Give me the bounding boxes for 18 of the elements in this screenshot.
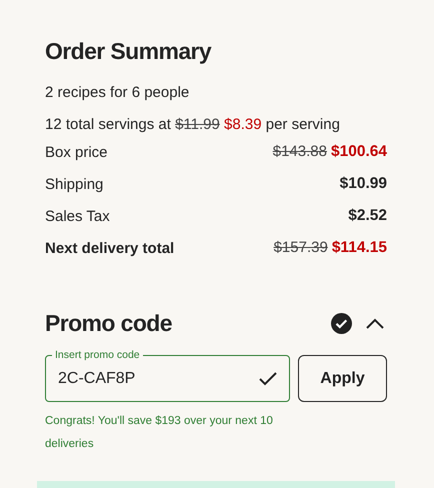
summary-label: Sales Tax (45, 208, 110, 224)
servings-text: 12 total servings at $11.99 $8.39 per serving (45, 115, 341, 135)
summary-label: Next delivery total (45, 240, 174, 256)
section-title: Order Summary (45, 37, 212, 66)
price: $100.64 (330, 143, 387, 161)
section-title: Promo code (45, 310, 173, 337)
summary-label: Shipping (45, 176, 104, 192)
original-price: $157.39 (274, 239, 328, 257)
original-price: $143.88 (272, 143, 327, 161)
recipes-text: 2 recipes for 6 people (45, 83, 190, 103)
price: $114.15 (332, 239, 387, 257)
checkmark-icon (259, 372, 277, 386)
chevron-icon[interactable] (366, 318, 384, 329)
apply-button[interactable]: Apply (298, 355, 387, 402)
price: $10.99 (340, 175, 387, 193)
success-message: Congrats! You'll save $193 over your next 10 deliveries (45, 414, 274, 452)
price: $2.52 (348, 207, 387, 225)
summary-label: Box price (45, 144, 108, 160)
